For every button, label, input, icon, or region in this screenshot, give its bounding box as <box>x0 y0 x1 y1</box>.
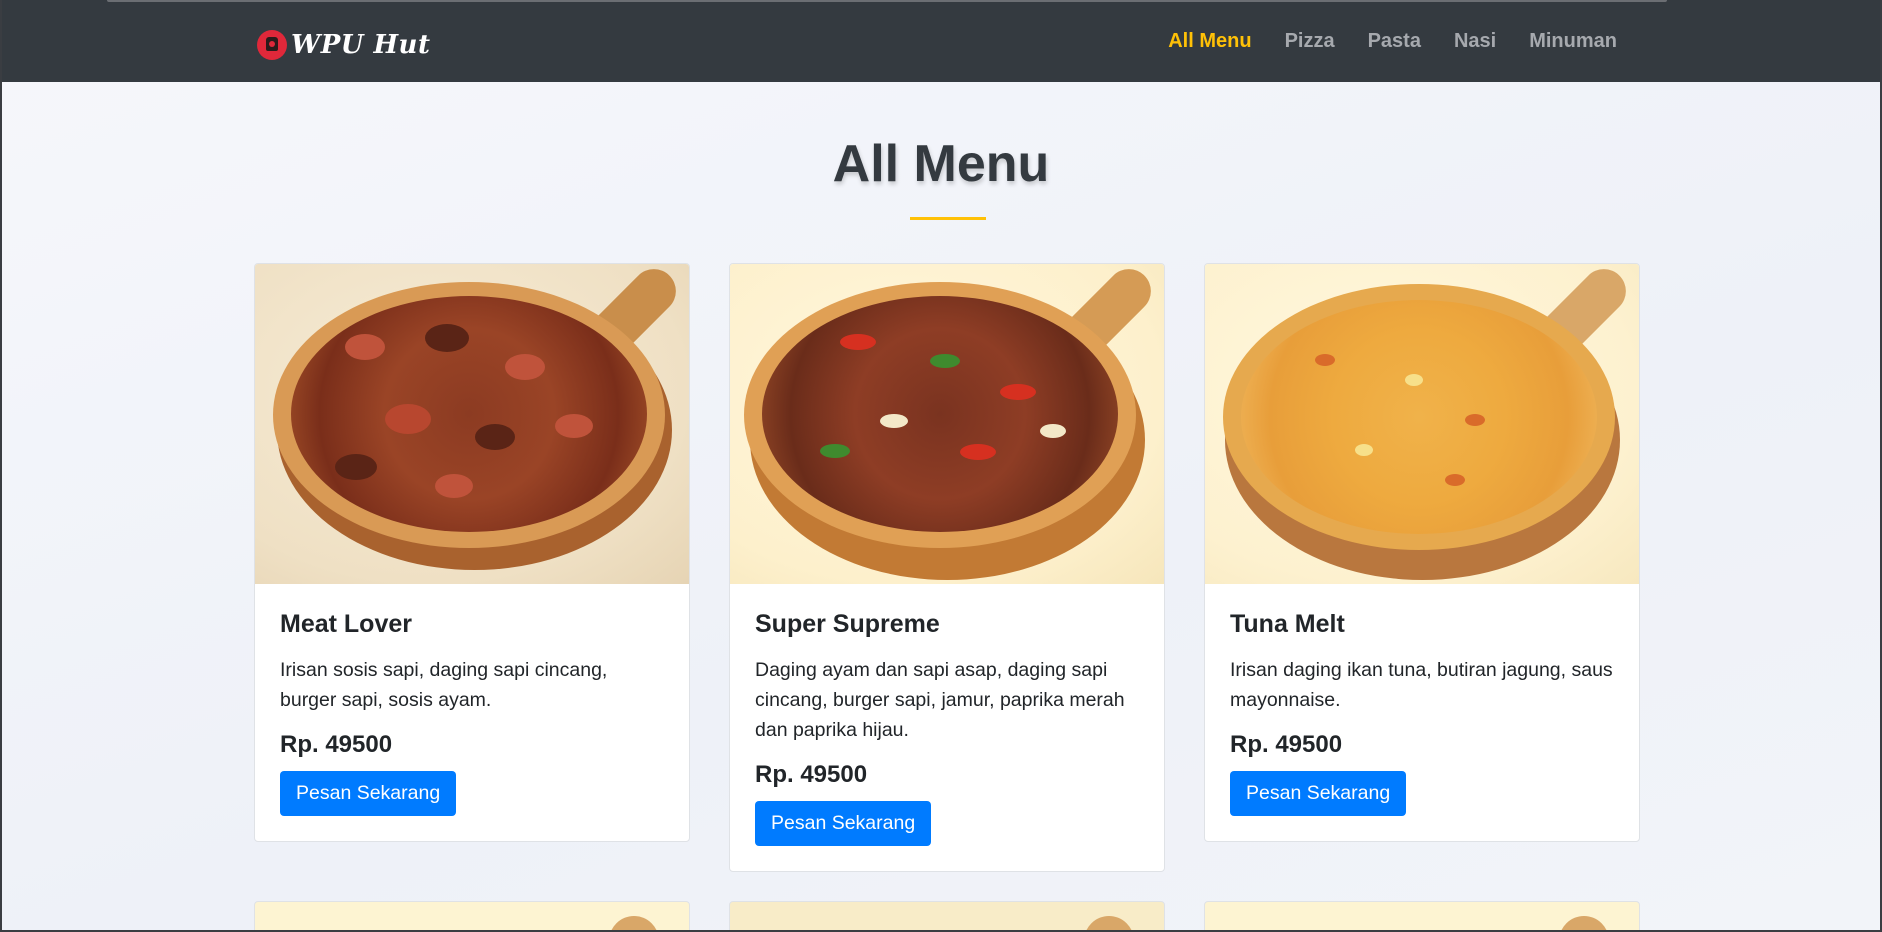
menu-item-price: Rp. 49500 <box>280 731 393 758</box>
menu-card-partial <box>1204 901 1640 930</box>
title-underline <box>910 217 986 220</box>
nav-link-nasi[interactable]: Nasi <box>1454 30 1496 53</box>
order-button[interactable]: Pesan Sekarang <box>755 801 932 846</box>
brand[interactable]: WPU Hut <box>257 28 430 62</box>
menu-item-description: Irisan daging ikan tuna, butiran jagung,… <box>1230 659 1613 711</box>
navbar: WPU Hut All Menu Pizza Pasta Nasi Minuma… <box>2 0 1880 82</box>
menu-item-price: Rp. 49500 <box>755 761 868 788</box>
menu-item-name: Meat Lover <box>280 610 412 638</box>
pizza-hut-logo-icon <box>257 30 287 60</box>
pizza-image-tuna-melt <box>1205 264 1639 584</box>
menu-item-description: Irisan sosis sapi, daging sapi cincang, … <box>280 659 608 711</box>
menu-item-description: Daging ayam dan sapi asap, daging sapi c… <box>755 659 1125 741</box>
menu-card-partial <box>729 901 1165 930</box>
menu-item-price: Rp. 49500 <box>1230 731 1343 758</box>
pizza-image-super-supreme <box>730 264 1164 584</box>
nav-link-all-menu[interactable]: All Menu <box>1168 30 1251 53</box>
page-title: All Menu <box>832 135 1050 193</box>
nav-links: All Menu Pizza Pasta Nasi Minuman <box>1168 30 1617 53</box>
browser-edge <box>107 0 1667 2</box>
menu-card: Super Supreme Daging ayam dan sapi asap,… <box>729 263 1165 872</box>
menu-item-name: Tuna Melt <box>1230 610 1345 638</box>
order-button[interactable]: Pesan Sekarang <box>1230 771 1407 816</box>
pizza-image-meat-lover <box>255 264 689 584</box>
nav-link-minuman[interactable]: Minuman <box>1529 30 1617 53</box>
page: WPU Hut All Menu Pizza Pasta Nasi Minuma… <box>2 0 1880 930</box>
menu-card-partial <box>254 901 690 930</box>
nav-link-pasta[interactable]: Pasta <box>1368 30 1421 53</box>
nav-link-pizza[interactable]: Pizza <box>1285 30 1335 53</box>
brand-name: WPU Hut <box>291 30 431 60</box>
menu-card: Tuna Melt Irisan daging ikan tuna, butir… <box>1204 263 1640 842</box>
order-button[interactable]: Pesan Sekarang <box>280 771 457 816</box>
menu-card: Meat Lover Irisan sosis sapi, daging sap… <box>254 263 690 842</box>
menu-item-name: Super Supreme <box>755 610 940 638</box>
